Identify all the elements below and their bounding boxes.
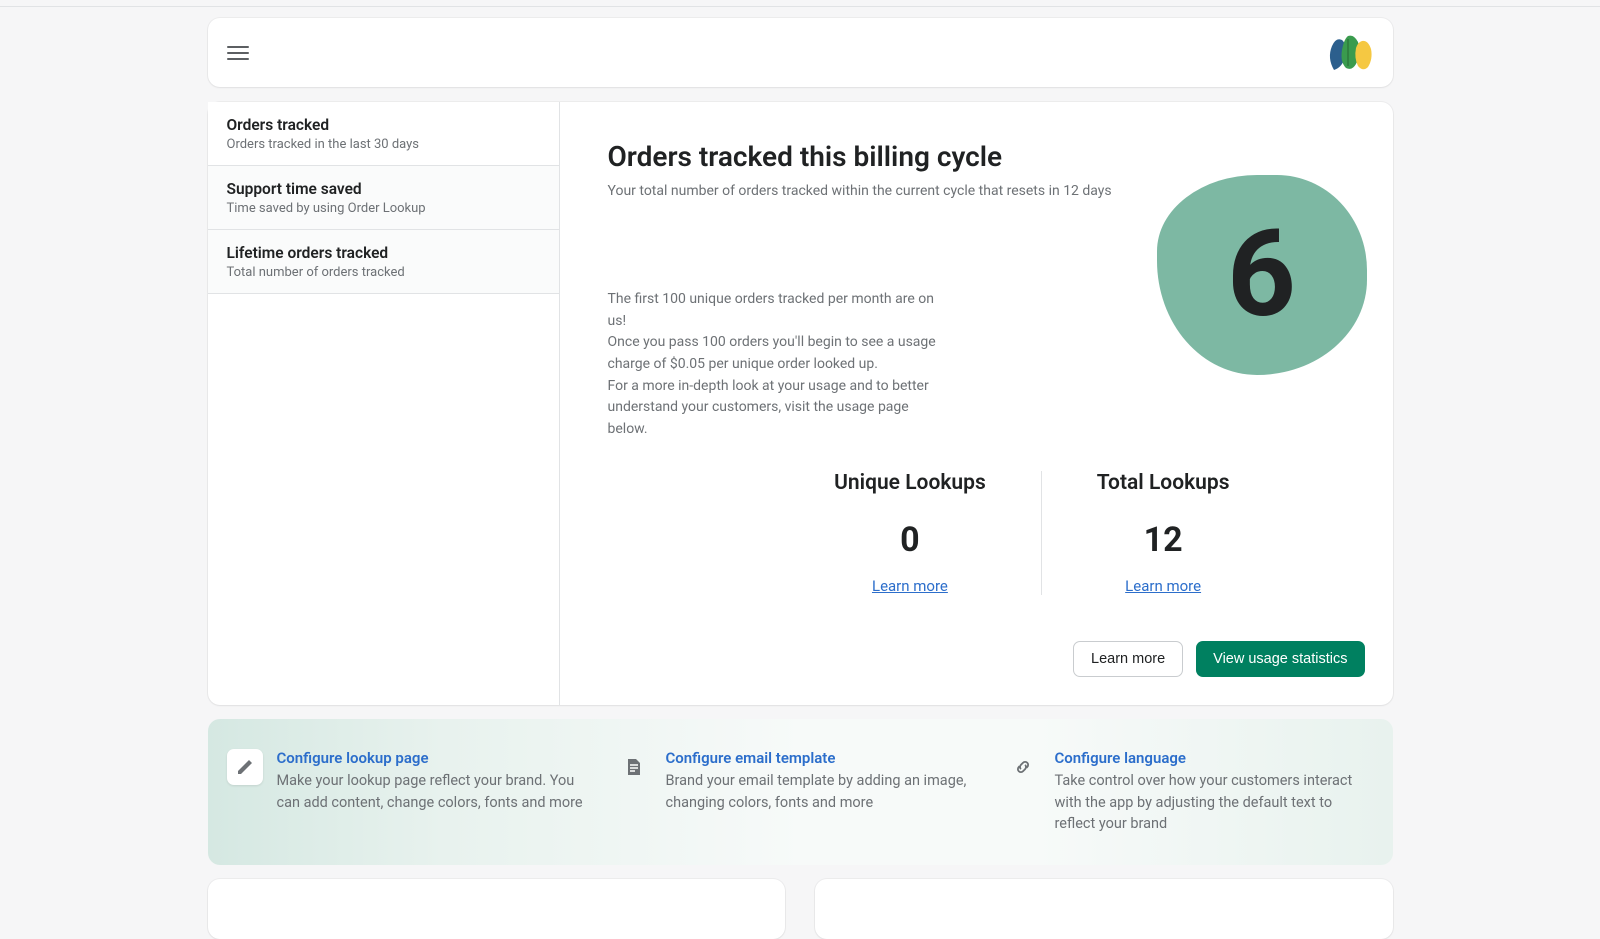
content-area: Orders tracked this billing cycle Your t… bbox=[560, 102, 1393, 705]
bottom-cards-row bbox=[208, 879, 1393, 939]
stat-value: 12 bbox=[1097, 520, 1230, 560]
config-description: Make your lookup page reflect your brand… bbox=[277, 770, 596, 814]
menu-icon[interactable] bbox=[227, 42, 249, 64]
stat-value: 0 bbox=[834, 520, 986, 560]
config-content: Configure language Take control over how… bbox=[1055, 749, 1374, 835]
lookup-stats: Unique Lookups 0 Learn more Total Lookup… bbox=[608, 471, 1365, 595]
pencil-icon bbox=[227, 749, 263, 785]
stat-unique-lookups: Unique Lookups 0 Learn more bbox=[779, 471, 1042, 595]
link-icon bbox=[1005, 749, 1041, 785]
learn-more-link[interactable]: Learn more bbox=[1125, 577, 1201, 595]
config-description: Take control over how your customers int… bbox=[1055, 770, 1374, 835]
stat-label: Total Lookups bbox=[1097, 471, 1230, 495]
count-blob: 6 bbox=[1157, 175, 1367, 375]
bottom-card-left bbox=[208, 879, 786, 939]
config-banner: Configure lookup page Make your lookup p… bbox=[208, 719, 1393, 865]
config-email-template: Configure email template Brand your emai… bbox=[616, 749, 985, 835]
stat-label: Unique Lookups bbox=[834, 471, 986, 495]
action-buttons: Learn more View usage statistics bbox=[608, 641, 1365, 677]
config-description: Brand your email template by adding an i… bbox=[666, 770, 985, 814]
sidebar-item-subtitle: Time saved by using Order Lookup bbox=[227, 201, 540, 216]
orders-count-badge: 6 bbox=[1157, 175, 1367, 375]
usage-description: The first 100 unique orders tracked per … bbox=[608, 289, 938, 441]
main-panel: Orders tracked Orders tracked in the las… bbox=[208, 102, 1393, 705]
description-line-1: The first 100 unique orders tracked per … bbox=[608, 291, 934, 329]
learn-more-link[interactable]: Learn more bbox=[872, 577, 948, 595]
config-content: Configure lookup page Make your lookup p… bbox=[277, 749, 596, 835]
bottom-card-right bbox=[815, 879, 1393, 939]
top-divider bbox=[0, 0, 1600, 7]
config-language: Configure language Take control over how… bbox=[1005, 749, 1374, 835]
sidebar-item-subtitle: Total number of orders tracked bbox=[227, 265, 540, 280]
sidebar: Orders tracked Orders tracked in the las… bbox=[208, 102, 560, 705]
sidebar-item-title: Support time saved bbox=[227, 180, 540, 198]
page-container: Orders tracked Orders tracked in the las… bbox=[208, 7, 1393, 939]
sidebar-item-orders-tracked[interactable]: Orders tracked Orders tracked in the las… bbox=[208, 102, 559, 166]
view-usage-button[interactable]: View usage statistics bbox=[1196, 641, 1364, 677]
config-title-link[interactable]: Configure lookup page bbox=[277, 749, 596, 767]
sidebar-item-lifetime[interactable]: Lifetime orders tracked Total number of … bbox=[208, 230, 559, 294]
header-bar bbox=[208, 18, 1393, 87]
description-line-2: Once you pass 100 orders you'll begin to… bbox=[608, 334, 936, 372]
page-title: Orders tracked this billing cycle bbox=[608, 140, 1365, 173]
description-line-3: For a more in-depth look at your usage a… bbox=[608, 378, 929, 437]
config-title-link[interactable]: Configure language bbox=[1055, 749, 1374, 767]
stat-total-lookups: Total Lookups 12 Learn more bbox=[1042, 471, 1285, 595]
sidebar-item-title: Orders tracked bbox=[227, 116, 540, 134]
config-title-link[interactable]: Configure email template bbox=[666, 749, 985, 767]
sidebar-item-support-time[interactable]: Support time saved Time saved by using O… bbox=[208, 166, 559, 230]
document-icon bbox=[616, 749, 652, 785]
config-lookup-page: Configure lookup page Make your lookup p… bbox=[227, 749, 596, 835]
learn-more-button[interactable]: Learn more bbox=[1073, 641, 1183, 677]
app-logo bbox=[1326, 34, 1374, 72]
sidebar-item-subtitle: Orders tracked in the last 30 days bbox=[227, 137, 540, 152]
config-content: Configure email template Brand your emai… bbox=[666, 749, 985, 835]
orders-count-value: 6 bbox=[1227, 205, 1296, 345]
sidebar-item-title: Lifetime orders tracked bbox=[227, 244, 540, 262]
